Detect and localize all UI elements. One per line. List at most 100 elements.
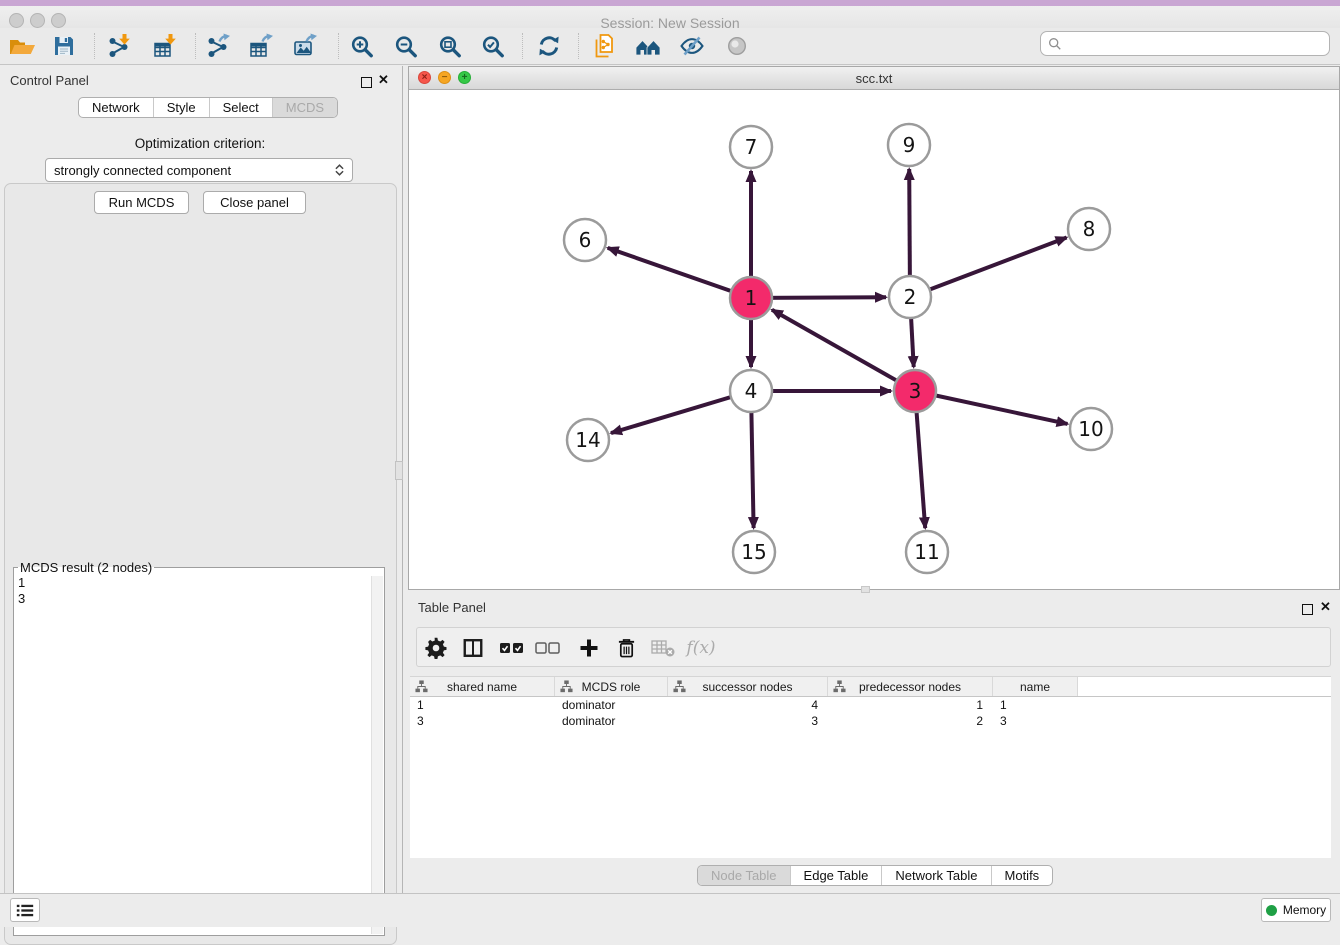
table-cell: 3 [668,714,828,728]
column-header-shared-name[interactable]: shared name [410,677,555,696]
graph-node-10[interactable]: 10 [1070,408,1112,450]
export-table-icon [249,33,275,59]
network-canvas[interactable]: 7 9 6 8 1 2 4 3 14 10 15 11 [409,89,1339,589]
close-panel-button[interactable]: Close panel [203,191,306,214]
import-table-button[interactable] [148,31,184,61]
refresh-view-button[interactable] [531,31,567,61]
table-cell: 2 [828,714,993,728]
table-row[interactable]: 3dominator323 [410,713,1331,729]
table-row[interactable]: 1dominator411 [410,697,1331,713]
tab-style[interactable]: Style [153,98,209,117]
first-neighbors-button[interactable] [631,31,667,61]
run-mcds-button[interactable]: Run MCDS [94,191,189,214]
mcds-result-text: 1 3 [18,575,370,931]
graph-node-15[interactable]: 15 [733,531,775,573]
tab-edge-table[interactable]: Edge Table [790,866,882,885]
zoom-selected-icon [481,34,505,58]
select-all-checkbox-button[interactable] [496,633,528,663]
chevron-updown-icon [335,164,344,176]
graph-edge-2-8[interactable] [910,238,1067,298]
toolbar-separator [338,33,339,59]
search-input[interactable] [1066,35,1329,52]
float-panel-icon[interactable] [361,75,372,93]
graph-node-3[interactable]: 3 [894,370,936,412]
save-session-icon [52,34,76,58]
graph-node-label: 11 [914,540,939,564]
zoom-out-button[interactable] [388,31,424,61]
column-header-predecessor-nodes[interactable]: predecessor nodes [828,677,993,696]
graph-edge-3-10[interactable] [915,391,1068,424]
network-window-titlebar[interactable]: × − + scc.txt [409,67,1339,90]
memory-button[interactable]: Memory [1261,898,1331,922]
export-network-button[interactable] [201,31,237,61]
toggle-column-view-button[interactable] [457,633,489,663]
graph-node-label: 9 [903,133,916,157]
tab-motifs[interactable]: Motifs [991,866,1053,885]
toolbar-separator [94,33,95,59]
graph-node-2[interactable]: 2 [889,276,931,318]
import-network-button[interactable] [102,31,138,61]
table-splitter-handle-icon[interactable] [861,586,870,593]
graph-node-1[interactable]: 1 [730,277,772,319]
table-options-button[interactable] [420,633,452,663]
column-label: name [1020,680,1050,694]
graph-node-label: 8 [1083,217,1096,241]
zoom-in-button[interactable] [344,31,380,61]
delete-button[interactable] [610,633,642,663]
graph-edge-1-6[interactable] [608,248,751,298]
export-table-button[interactable] [244,31,280,61]
export-image-button[interactable] [288,31,324,61]
open-session-button[interactable] [4,31,40,61]
graph-node-6[interactable]: 6 [564,219,606,261]
optimization-criterion-label: Optimization criterion: [0,136,400,151]
hide-selected-button[interactable] [674,31,710,61]
zoom-in-icon [350,34,374,58]
delete-table-icon [651,639,675,657]
splitter-handle-icon[interactable] [395,461,403,480]
graph-edge-3-1[interactable] [772,310,915,391]
toolbar-separator [195,33,196,59]
clear-checkbox-button[interactable] [532,633,564,663]
graph-node-4[interactable]: 4 [730,370,772,412]
tab-network[interactable]: Network [79,98,153,117]
node-table: shared nameMCDS rolesuccessor nodesprede… [410,676,1331,858]
list-icon [16,903,34,918]
add-button[interactable] [573,633,605,663]
dropdown-value: strongly connected component [54,163,335,178]
graph-node-label: 14 [575,428,600,452]
zoom-selected-button[interactable] [475,31,511,61]
first-neighbors-icon [635,34,663,58]
tab-node-table[interactable]: Node Table [698,866,790,885]
graph-node-label: 4 [745,379,758,403]
memory-status-icon [1266,905,1277,916]
table-float-panel-icon[interactable] [1302,602,1313,620]
tab-network-table[interactable]: Network Table [881,866,990,885]
zoom-fit-button[interactable] [432,31,468,61]
task-history-button[interactable] [10,898,40,922]
tab-select[interactable]: Select [209,98,272,117]
table-tabs: Node TableEdge TableNetwork TableMotifs [697,865,1053,886]
optimization-criterion-select[interactable]: strongly connected component [45,158,353,182]
save-session-button[interactable] [46,31,82,61]
graph-node-7[interactable]: 7 [730,126,772,168]
duplicate-network-button[interactable] [587,31,623,61]
table-cell: 3 [993,714,1078,728]
close-panel-icon[interactable]: ✕ [378,74,389,85]
select-all-checkbox-icon [499,640,525,656]
import-table-icon [153,33,179,59]
toolbar-separator [522,33,523,59]
search-box[interactable] [1040,31,1330,56]
column-header-MCDS-role[interactable]: MCDS role [555,677,668,696]
show-all-icon [725,34,749,58]
graph-node-11[interactable]: 11 [906,531,948,573]
column-header-successor-nodes[interactable]: successor nodes [668,677,828,696]
graph-node-9[interactable]: 9 [888,124,930,166]
graph-node-8[interactable]: 8 [1068,208,1110,250]
column-header-name[interactable]: name [993,677,1078,696]
graph-node-label: 7 [745,135,758,159]
table-close-panel-icon[interactable]: ✕ [1320,601,1331,612]
result-scrollbar[interactable] [371,576,383,934]
graph-node-14[interactable]: 14 [567,419,609,461]
tab-mcds[interactable]: MCDS [272,98,337,117]
search-icon [1048,37,1062,51]
